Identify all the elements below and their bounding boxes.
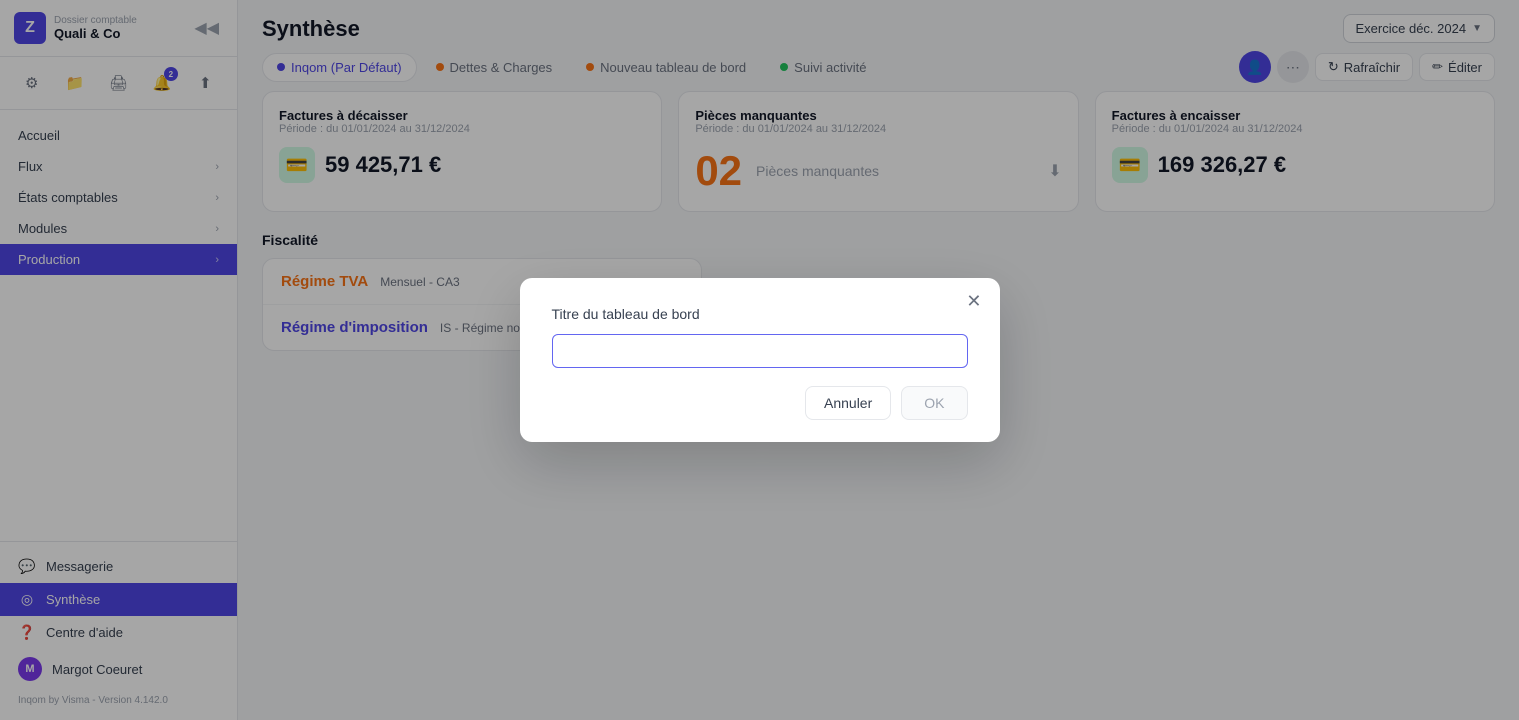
modal-input[interactable] [552,334,968,368]
modal-dialog: ✕ Titre du tableau de bord Annuler OK [520,278,1000,442]
modal-title: Titre du tableau de bord [552,306,968,322]
ok-button[interactable]: OK [901,386,967,420]
modal-actions: Annuler OK [552,386,968,420]
modal-close-button[interactable]: ✕ [966,292,981,310]
modal-overlay[interactable]: ✕ Titre du tableau de bord Annuler OK [0,0,1519,720]
cancel-button[interactable]: Annuler [805,386,891,420]
